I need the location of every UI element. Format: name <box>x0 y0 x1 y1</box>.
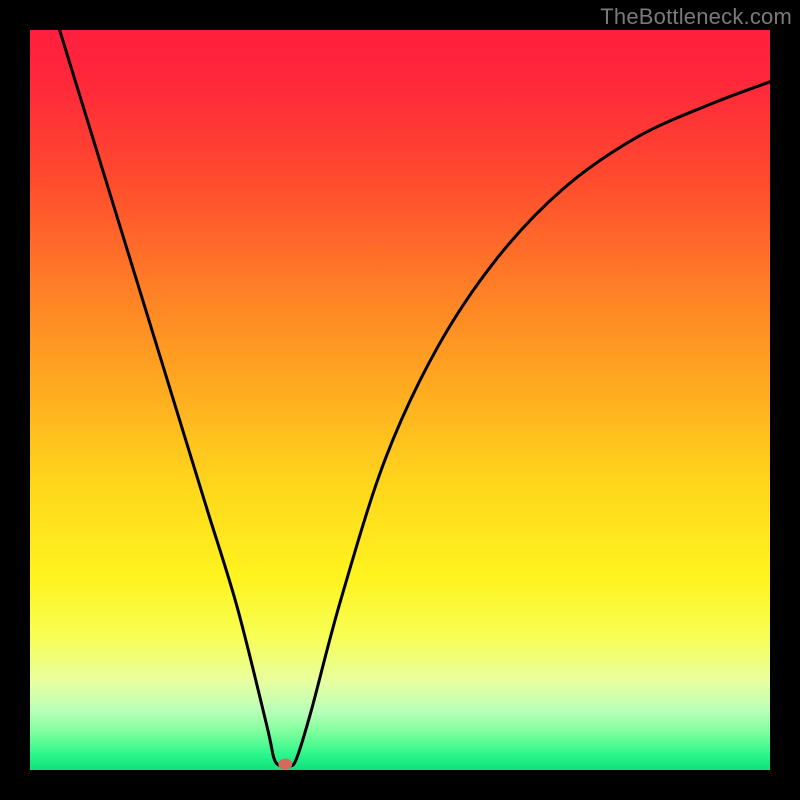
marker-dot <box>278 759 292 770</box>
bottleneck-curve <box>60 30 770 767</box>
curve-svg <box>30 30 770 770</box>
watermark-text: TheBottleneck.com <box>600 4 792 30</box>
chart-frame: TheBottleneck.com <box>0 0 800 800</box>
plot-area <box>30 30 770 770</box>
